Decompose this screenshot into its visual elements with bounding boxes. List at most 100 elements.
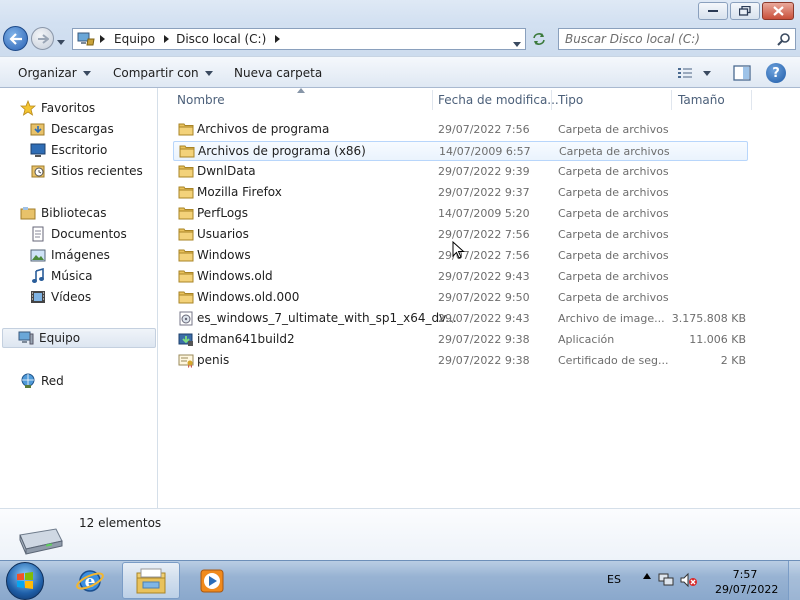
media-player-icon <box>200 569 224 592</box>
recent-pages-dropdown[interactable] <box>57 34 65 48</box>
organize-menu-button[interactable]: Organizar <box>18 66 91 80</box>
title-bar <box>0 0 800 24</box>
file-type: Aplicación <box>558 333 615 346</box>
file-name: Windows <box>197 248 251 262</box>
file-type: Carpeta de archivos <box>559 145 670 158</box>
file-row[interactable]: penis 29/07/2022 9:38 Certificado de seg..… <box>173 351 748 371</box>
nav-label: Imágenes <box>51 248 110 262</box>
mouse-cursor-icon <box>452 241 465 259</box>
refresh-icon <box>533 33 545 45</box>
taskbar-internet-explorer[interactable]: e <box>61 562 119 599</box>
nav-label: Música <box>51 269 93 283</box>
file-name: Mozilla Firefox <box>197 185 282 199</box>
column-header-size[interactable]: Tamaño <box>678 88 725 112</box>
file-row[interactable]: Archivos de programa (x86) 14/07/2009 6:5… <box>173 141 748 161</box>
folder-icon <box>178 248 194 263</box>
nav-label: Escritorio <box>51 143 108 157</box>
sort-ascending-icon <box>297 88 305 93</box>
help-icon[interactable]: ? <box>766 63 786 83</box>
start-button[interactable] <box>6 562 44 600</box>
new-folder-button[interactable]: Nueva carpeta <box>234 66 322 80</box>
nav-libraries[interactable]: Bibliotecas <box>20 204 106 222</box>
view-options-icon[interactable] <box>677 66 693 80</box>
pictures-icon <box>30 249 46 262</box>
show-hidden-icons-icon[interactable] <box>643 573 651 579</box>
close-button[interactable] <box>762 2 794 20</box>
address-history-dropdown[interactable] <box>513 36 521 50</box>
file-name: penis <box>197 353 230 367</box>
column-header-date[interactable]: Fecha de modifica... <box>438 88 559 112</box>
column-header-type[interactable]: Tipo <box>558 88 583 112</box>
share-menu-button[interactable]: Compartir con <box>113 66 213 80</box>
folder-icon <box>178 206 194 221</box>
address-bar[interactable]: Equipo Disco local (C:) <box>72 28 526 50</box>
nav-item-pictures[interactable]: Imágenes <box>30 246 110 264</box>
file-list: Nombre Fecha de modifica... Tipo Tamaño … <box>159 88 800 508</box>
windows-explorer-folder-icon <box>136 568 166 593</box>
file-row[interactable]: Mozilla Firefox 29/07/2022 9:37 Carpeta de… <box>173 183 748 203</box>
nav-item-videos[interactable]: Vídeos <box>30 288 91 306</box>
videos-icon <box>31 291 45 303</box>
preview-pane-icon[interactable] <box>733 65 751 81</box>
nav-item-downloads[interactable]: Descargas <box>30 120 114 138</box>
nav-label: Documentos <box>51 227 127 241</box>
file-row[interactable]: DwnlData 29/07/2022 9:39 Carpeta de archiv… <box>173 162 748 182</box>
nav-item-recent-places[interactable]: Sitios recientes <box>30 162 143 180</box>
music-icon <box>32 268 44 283</box>
windows-logo-icon <box>17 572 33 589</box>
search-input[interactable] <box>565 32 773 46</box>
breadcrumb-separator-icon <box>100 35 105 43</box>
file-row[interactable]: Windows.old.000 29/07/2022 9:50 Carpeta de… <box>173 288 748 308</box>
forward-button[interactable] <box>31 27 54 50</box>
clock-date: 29/07/2022 <box>715 583 779 596</box>
refresh-button[interactable] <box>528 28 550 50</box>
folder-icon <box>178 227 194 242</box>
back-arrow-icon <box>8 32 22 45</box>
language-indicator[interactable]: ES <box>607 573 621 586</box>
file-row[interactable]: Archivos de programa 29/07/2022 7:56 Carpe… <box>173 120 748 140</box>
show-desktop-button[interactable] <box>788 561 800 600</box>
network-status-icon[interactable] <box>658 572 674 588</box>
file-row[interactable]: Windows.old 29/07/2022 9:43 Carpeta de arc… <box>173 267 748 287</box>
breadcrumb-item[interactable]: Equipo <box>114 32 155 46</box>
volume-muted-icon[interactable] <box>680 572 698 588</box>
computer-icon <box>18 331 34 345</box>
breadcrumb-item[interactable]: Disco local (C:) <box>176 32 266 46</box>
file-size: 2 KB <box>720 354 746 367</box>
back-button[interactable] <box>3 26 28 51</box>
taskbar-windows-explorer[interactable] <box>122 562 180 599</box>
search-icon[interactable] <box>777 32 791 46</box>
search-box[interactable] <box>558 28 796 50</box>
nav-label: Favoritos <box>41 101 96 115</box>
clock-time: 7:57 <box>732 568 758 581</box>
nav-item-documents[interactable]: Documentos <box>30 225 127 243</box>
clock[interactable]: 7:57 29/07/2022 <box>715 567 779 597</box>
nav-item-desktop[interactable]: Escritorio <box>30 141 107 159</box>
file-type: Carpeta de archivos <box>558 165 669 178</box>
nav-favorites[interactable]: Favoritos <box>20 99 95 117</box>
file-date: 14/07/2009 5:20 <box>438 207 530 220</box>
nav-network[interactable]: Red <box>20 372 64 390</box>
taskbar-media-player[interactable] <box>183 562 241 599</box>
nav-item-music[interactable]: Música <box>30 267 93 285</box>
maximize-button[interactable] <box>730 2 760 20</box>
file-size: 11.006 KB <box>689 333 746 346</box>
file-row[interactable]: PerfLogs 14/07/2009 5:20 Carpeta de archiv… <box>173 204 748 224</box>
file-row[interactable]: es_windows_7_ultimate_with_sp1_x64_dv...… <box>173 309 748 329</box>
installer-icon <box>178 332 194 347</box>
folder-icon <box>179 144 195 159</box>
libraries-icon <box>20 207 36 220</box>
folder-icon <box>178 290 194 305</box>
view-dropdown-chevron-icon[interactable] <box>703 70 711 76</box>
internet-explorer-icon: e <box>76 569 104 592</box>
computer-icon <box>77 32 95 46</box>
nav-label: Descargas <box>51 122 114 136</box>
nav-computer[interactable]: Equipo <box>2 328 156 348</box>
file-row[interactable]: idman641build2 29/07/2022 9:38 Aplicación 1… <box>173 330 748 350</box>
file-date: 29/07/2022 9:38 <box>438 333 530 346</box>
file-date: 29/07/2022 9:37 <box>438 186 530 199</box>
column-header-name[interactable]: Nombre <box>177 88 225 112</box>
file-type: Carpeta de archivos <box>558 186 669 199</box>
file-date: 29/07/2022 7:56 <box>438 228 530 241</box>
minimize-button[interactable] <box>698 2 728 20</box>
